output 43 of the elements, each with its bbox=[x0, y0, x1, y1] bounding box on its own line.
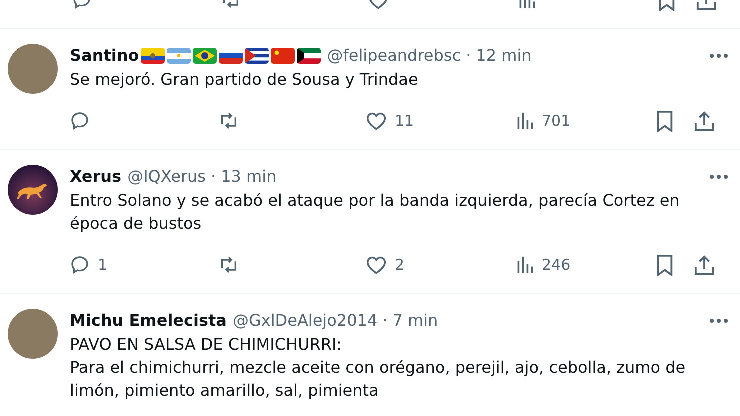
reply-icon[interactable] bbox=[70, 255, 90, 275]
author-name[interactable]: Santino bbox=[70, 44, 140, 68]
post-text: Para el chimichurri, mezcle aceite con orégano, perejil, ajo, cebolla, zumo de limón, pimiento amarillo, sal, pimienta bbox=[70, 357, 687, 402]
like-count: 2 bbox=[395, 254, 405, 276]
heart-icon[interactable] bbox=[366, 112, 387, 130]
bar-chart-icon[interactable] bbox=[516, 112, 534, 130]
heart-icon[interactable] bbox=[366, 256, 387, 274]
author-handle[interactable]: @IQXerus bbox=[128, 165, 206, 189]
avatar-photo[interactable] bbox=[8, 309, 58, 359]
author-handle[interactable]: @felipeandrebsc bbox=[327, 44, 462, 68]
share-icon[interactable] bbox=[694, 110, 715, 132]
bookmark-icon[interactable] bbox=[656, 110, 674, 132]
flag-icon bbox=[297, 48, 322, 64]
separator-dot: · bbox=[382, 310, 388, 332]
flag-icon bbox=[271, 48, 296, 64]
author-name[interactable]: Xerus bbox=[70, 165, 122, 189]
flag-icon bbox=[167, 48, 192, 64]
more-options-icon[interactable] bbox=[710, 175, 728, 179]
post-text: Se mejoró. Gran partido de Sousa y Trindae bbox=[70, 69, 420, 91]
bar-chart-icon[interactable] bbox=[516, 256, 534, 274]
author-handle[interactable]: @GxlDeAlejo2014 bbox=[232, 309, 378, 333]
author-name[interactable]: Michu Emelecista bbox=[70, 309, 227, 333]
flag-icon bbox=[193, 48, 218, 64]
flag-icon bbox=[245, 48, 270, 64]
reply-icon[interactable] bbox=[70, 111, 90, 131]
post-time[interactable]: 12 min bbox=[476, 44, 532, 68]
view-count: 246 bbox=[542, 254, 571, 276]
post-text: PAVO EN SALSA DE CHIMICHURRI: bbox=[70, 334, 344, 356]
more-options-icon[interactable] bbox=[710, 319, 728, 323]
share-icon[interactable] bbox=[694, 254, 715, 276]
flag-icon bbox=[141, 48, 166, 64]
cat-avatar-icon[interactable] bbox=[8, 165, 58, 215]
more-options-icon[interactable] bbox=[710, 54, 728, 58]
reply-count: 1 bbox=[98, 254, 108, 276]
post-time[interactable]: 7 min bbox=[392, 309, 438, 333]
bookmark-icon[interactable] bbox=[656, 254, 674, 276]
avatar-photo[interactable] bbox=[8, 44, 58, 94]
separator-dot: · bbox=[466, 45, 472, 67]
like-count: 11 bbox=[395, 110, 414, 132]
post-time[interactable]: 13 min bbox=[221, 165, 277, 189]
separator-dot: · bbox=[211, 166, 216, 188]
post-text: Entro Solano y se acabó el ataque por la banda izquierda, parecía Cortez en época de bustos bbox=[70, 190, 681, 235]
view-count: 701 bbox=[542, 110, 571, 132]
